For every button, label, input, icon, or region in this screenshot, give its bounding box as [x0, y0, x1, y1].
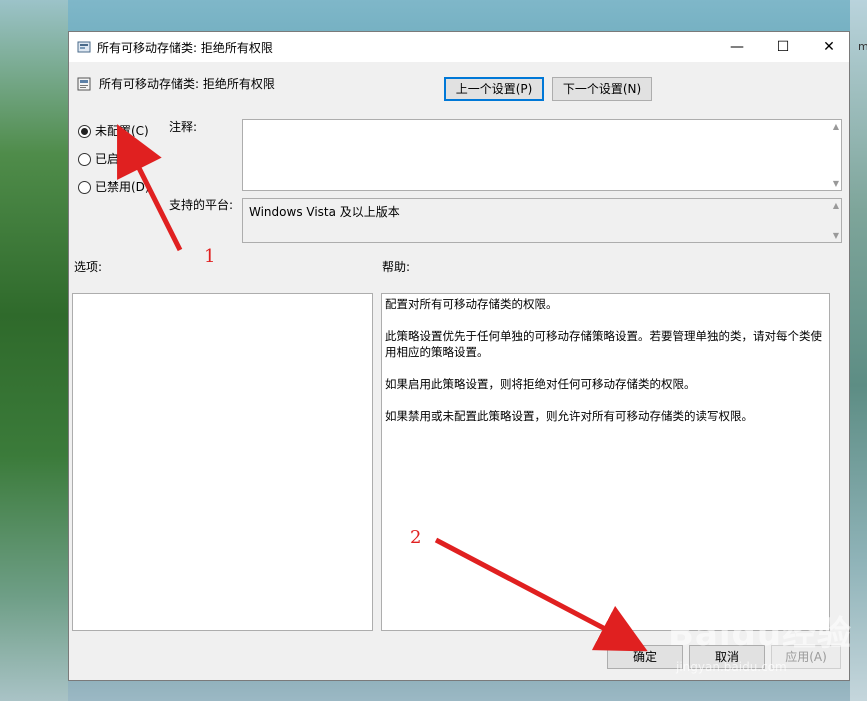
desktop-wallpaper-left	[0, 0, 68, 701]
baidu-watermark: Baidu经验	[668, 614, 853, 654]
previous-setting-button[interactable]: 上一个设置(P)	[444, 77, 544, 101]
annotation-step-1: 1	[204, 246, 216, 267]
minimize-button[interactable]: —	[714, 32, 760, 62]
comment-textarea[interactable]: ▲ ▼	[242, 119, 842, 191]
close-button[interactable]: ✕	[806, 32, 852, 62]
title-bar[interactable]: 所有可移动存储类: 拒绝所有权限 — ☐ ✕	[69, 32, 849, 62]
radio-indicator[interactable]	[78, 125, 91, 138]
options-panel	[72, 293, 373, 631]
help-panel: 配置对所有可移动存储类的权限。 此策略设置优先于任何单独的可移动存储策略设置。若…	[381, 293, 830, 631]
platform-label: 支持的平台:	[169, 198, 234, 212]
scroll-down-icon[interactable]: ▼	[833, 179, 839, 188]
platform-value: Windows Vista 及以上版本	[249, 205, 400, 219]
help-paragraph: 如果启用此策略设置，则将拒绝对任何可移动存储类的权限。	[385, 377, 696, 391]
help-paragraph: 配置对所有可移动存储类的权限。	[385, 297, 558, 311]
radio-disabled[interactable]: 已禁用(D)	[78, 178, 150, 195]
radio-not-configured[interactable]: 未配置(C)	[78, 122, 149, 139]
scroll-up-icon[interactable]: ▲	[833, 122, 839, 131]
platform-field: Windows Vista 及以上版本 ▲ ▼	[242, 198, 842, 243]
scroll-down-icon[interactable]: ▼	[833, 231, 839, 240]
window-title: 所有可移动存储类: 拒绝所有权限	[97, 41, 273, 55]
maximize-button[interactable]: ☐	[760, 32, 806, 62]
help-label: 帮助:	[382, 260, 411, 274]
options-label: 选项:	[74, 260, 103, 274]
edge-text: m	[858, 40, 867, 53]
radio-label: 已启用(E)	[95, 152, 148, 166]
radio-indicator[interactable]	[78, 153, 91, 166]
radio-enabled[interactable]: 已启用(E)	[78, 150, 148, 167]
policy-title: 所有可移动存储类: 拒绝所有权限	[99, 77, 275, 91]
desktop-wallpaper-right	[850, 0, 867, 701]
next-setting-button[interactable]: 下一个设置(N)	[552, 77, 652, 101]
annotation-step-2: 2	[410, 527, 422, 548]
policy-document-icon	[77, 77, 91, 91]
policy-dialog: 所有可移动存储类: 拒绝所有权限 — ☐ ✕ 所有可移动存储类: 拒绝所有权限 …	[68, 31, 850, 681]
help-paragraph: 此策略设置优先于任何单独的可移动存储策略设置。若要管理单独的类，请对每个类使用相…	[385, 329, 822, 359]
comment-label: 注释:	[169, 120, 198, 134]
radio-indicator[interactable]	[78, 181, 91, 194]
watermark-url: jingyan.baidu.com	[676, 660, 787, 674]
scroll-up-icon[interactable]: ▲	[833, 201, 839, 210]
policy-settings-icon	[77, 41, 91, 53]
help-paragraph: 如果禁用或未配置此策略设置，则允许对所有可移动存储类的读写权限。	[385, 409, 753, 423]
radio-label: 未配置(C)	[95, 124, 149, 138]
radio-label: 已禁用(D)	[95, 180, 150, 194]
